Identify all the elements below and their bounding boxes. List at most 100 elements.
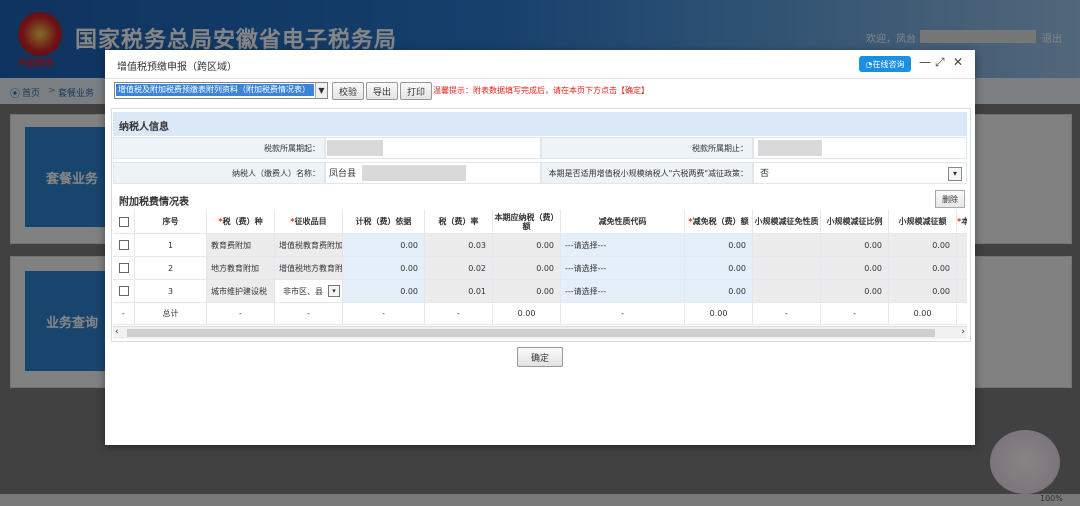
row-more (957, 234, 967, 257)
surcharge-section-header: 附加税费情况表 (113, 187, 967, 211)
row-relief-input[interactable]: 0.00 (685, 234, 753, 257)
policy-label: 本期是否适用增值税小规模纳税人"六税两费"减征政策： (541, 162, 753, 184)
col-more: *本 (957, 210, 967, 234)
row-sm-nature (753, 257, 821, 280)
row-no: 2 (135, 257, 207, 280)
row-relief-code-select[interactable]: ---请选择--- (561, 257, 685, 280)
taxpayer-name-value: 凤台县 (329, 169, 357, 179)
table-row: 1 教育费附加 增值税教育费附加 0.00 0.03 0.00 ---请选择--… (113, 234, 967, 257)
col-rate: 税（费）率 (425, 210, 493, 234)
total-payable: 0.00 (493, 303, 561, 325)
row-checkbox[interactable] (118, 263, 129, 273)
period-row: 税款所属期起： 税款所属期止： (113, 137, 967, 159)
table-row: 2 地方教育附加 增值税地方教育附加 0.00 0.02 0.00 ---请选择… (113, 257, 967, 280)
row-checkbox[interactable] (118, 286, 129, 296)
confirm-button[interactable]: 确定 (517, 347, 563, 367)
row-rate: 0.01 (425, 280, 493, 303)
form-select[interactable]: 增值税及附加税费预缴表附列资料（附加税费情况表） ▼ (114, 82, 328, 99)
row-more (957, 257, 967, 280)
taxpayer-section-header: 纳税人信息 (113, 112, 967, 136)
form-select-value: 增值税及附加税费预缴表附列资料（附加税费情况表） (116, 84, 314, 96)
row-item: 增值税地方教育附加 (275, 257, 343, 280)
col-payable: 本期应纳税（费）额 (493, 210, 561, 234)
online-consult-label: 在线咨询 (872, 59, 905, 69)
maximize-icon[interactable]: ⤢ (935, 55, 945, 70)
row-sm-nature (753, 280, 821, 303)
select-all-checkbox[interactable] (118, 216, 129, 227)
col-no: 序号 (135, 210, 207, 234)
row-sm-ratio: 0.00 (821, 257, 889, 280)
row-relief-input[interactable]: 0.00 (685, 257, 753, 280)
close-icon[interactable]: ✕ (953, 55, 963, 69)
total-dash: - (425, 303, 493, 325)
row-payable: 0.00 (493, 234, 561, 257)
surcharge-section-title: 附加税费情况表 (119, 197, 189, 208)
total-dash: - (821, 303, 889, 325)
total-dash: - (561, 303, 685, 325)
period-end-field[interactable] (753, 137, 967, 159)
row-sm-nature (753, 234, 821, 257)
table-row: 3 城市维护建设税 非市区、县 ▾ 0.00 0.01 0.00 ---请选择-… (113, 280, 967, 303)
col-item: * 征收品目 (275, 210, 343, 234)
chevron-down-icon[interactable]: ▾ (328, 285, 340, 297)
dialog-title: 增值税预缴申报（跨区域） (117, 62, 237, 73)
row-sm-amount: 0.00 (889, 280, 957, 303)
col-relief: * 减免税（费）额 (685, 210, 753, 234)
taxpayer-name-field[interactable]: 凤台县 (325, 162, 541, 184)
chevron-down-icon[interactable]: ▾ (948, 167, 962, 181)
col-tax-type: * 税（费）种 (207, 210, 275, 234)
total-dash: - (957, 303, 967, 325)
row-rate: 0.03 (425, 234, 493, 257)
row-basis-input[interactable]: 0.00 (343, 280, 425, 303)
row-no: 1 (135, 234, 207, 257)
row-tax-type: 城市维护建设税 (207, 280, 275, 303)
total-dash: - (207, 303, 275, 325)
table-header: 序号 * 税（费）种 * 征收品目 计税（费）依据 税（费）率 本期应纳税（费）额 … (113, 210, 967, 234)
select-all-cell (113, 210, 135, 234)
delete-button[interactable]: 删除 (935, 190, 965, 208)
masked-value (758, 140, 822, 156)
masked-value (362, 165, 466, 181)
table-total-row: - 总计 - - - - 0.00 - 0.00 - - 0.00 - (113, 303, 967, 325)
col-sm-nature: 小规模减征免性质 (753, 210, 821, 234)
col-sm-ratio: 小规模减征比例 (821, 210, 889, 234)
row-basis-input[interactable]: 0.00 (343, 257, 425, 280)
verify-button[interactable]: 校验 (332, 82, 364, 100)
online-consult-button[interactable]: ◔ 在线咨询 (859, 56, 911, 72)
row-checkbox-cell (113, 234, 135, 257)
row-checkbox-cell (113, 257, 135, 280)
row-item-select[interactable]: 非市区、县 ▾ (275, 280, 343, 303)
surcharge-table: 序号 * 税（费）种 * 征收品目 计税（费）依据 税（费）率 本期应纳税（费）额 … (113, 210, 967, 328)
table-horizontal-scrollbar[interactable]: ‹ › (113, 326, 967, 339)
minimize-icon[interactable]: — (919, 55, 931, 69)
taxpayer-section-title: 纳税人信息 (119, 122, 169, 133)
chevron-down-icon[interactable]: ▼ (315, 83, 327, 98)
row-sm-ratio: 0.00 (821, 280, 889, 303)
dialog-toolbar: 增值税及附加税费预缴表附列资料（附加税费情况表） ▼ 校验 导出 打印 温馨提示… (105, 80, 975, 102)
row-sm-ratio: 0.00 (821, 234, 889, 257)
row-basis-input[interactable]: 0.00 (343, 234, 425, 257)
export-button[interactable]: 导出 (366, 82, 398, 100)
scroll-right-icon[interactable]: › (961, 327, 965, 337)
scroll-left-icon[interactable]: ‹ (115, 327, 119, 337)
total-relief: 0.00 (685, 303, 753, 325)
row-checkbox[interactable] (118, 240, 129, 250)
taxpayer-name-label: 纳税人（缴费人）名称： (113, 162, 325, 184)
row-item: 增值税教育费附加 (275, 234, 343, 257)
row-checkbox-cell (113, 280, 135, 303)
col-sm-amount: 小规模减征额 (889, 210, 957, 234)
policy-select[interactable]: 否 ▾ (753, 162, 967, 184)
row-relief-code-select[interactable]: ---请选择--- (561, 234, 685, 257)
row-more (957, 280, 967, 303)
row-relief-code-select[interactable]: ---请选择--- (561, 280, 685, 303)
period-start-field[interactable] (325, 137, 541, 159)
print-button[interactable]: 打印 (400, 82, 432, 100)
row-sm-amount: 0.00 (889, 257, 957, 280)
row-tax-type: 地方教育附加 (207, 257, 275, 280)
policy-value: 否 (760, 169, 770, 179)
headset-icon: ◔ (865, 59, 873, 69)
row-relief-input[interactable]: 0.00 (685, 280, 753, 303)
scrollbar-thumb[interactable] (127, 329, 935, 337)
row-tax-type: 教育费附加 (207, 234, 275, 257)
period-end-label: 税款所属期止： (541, 137, 753, 159)
